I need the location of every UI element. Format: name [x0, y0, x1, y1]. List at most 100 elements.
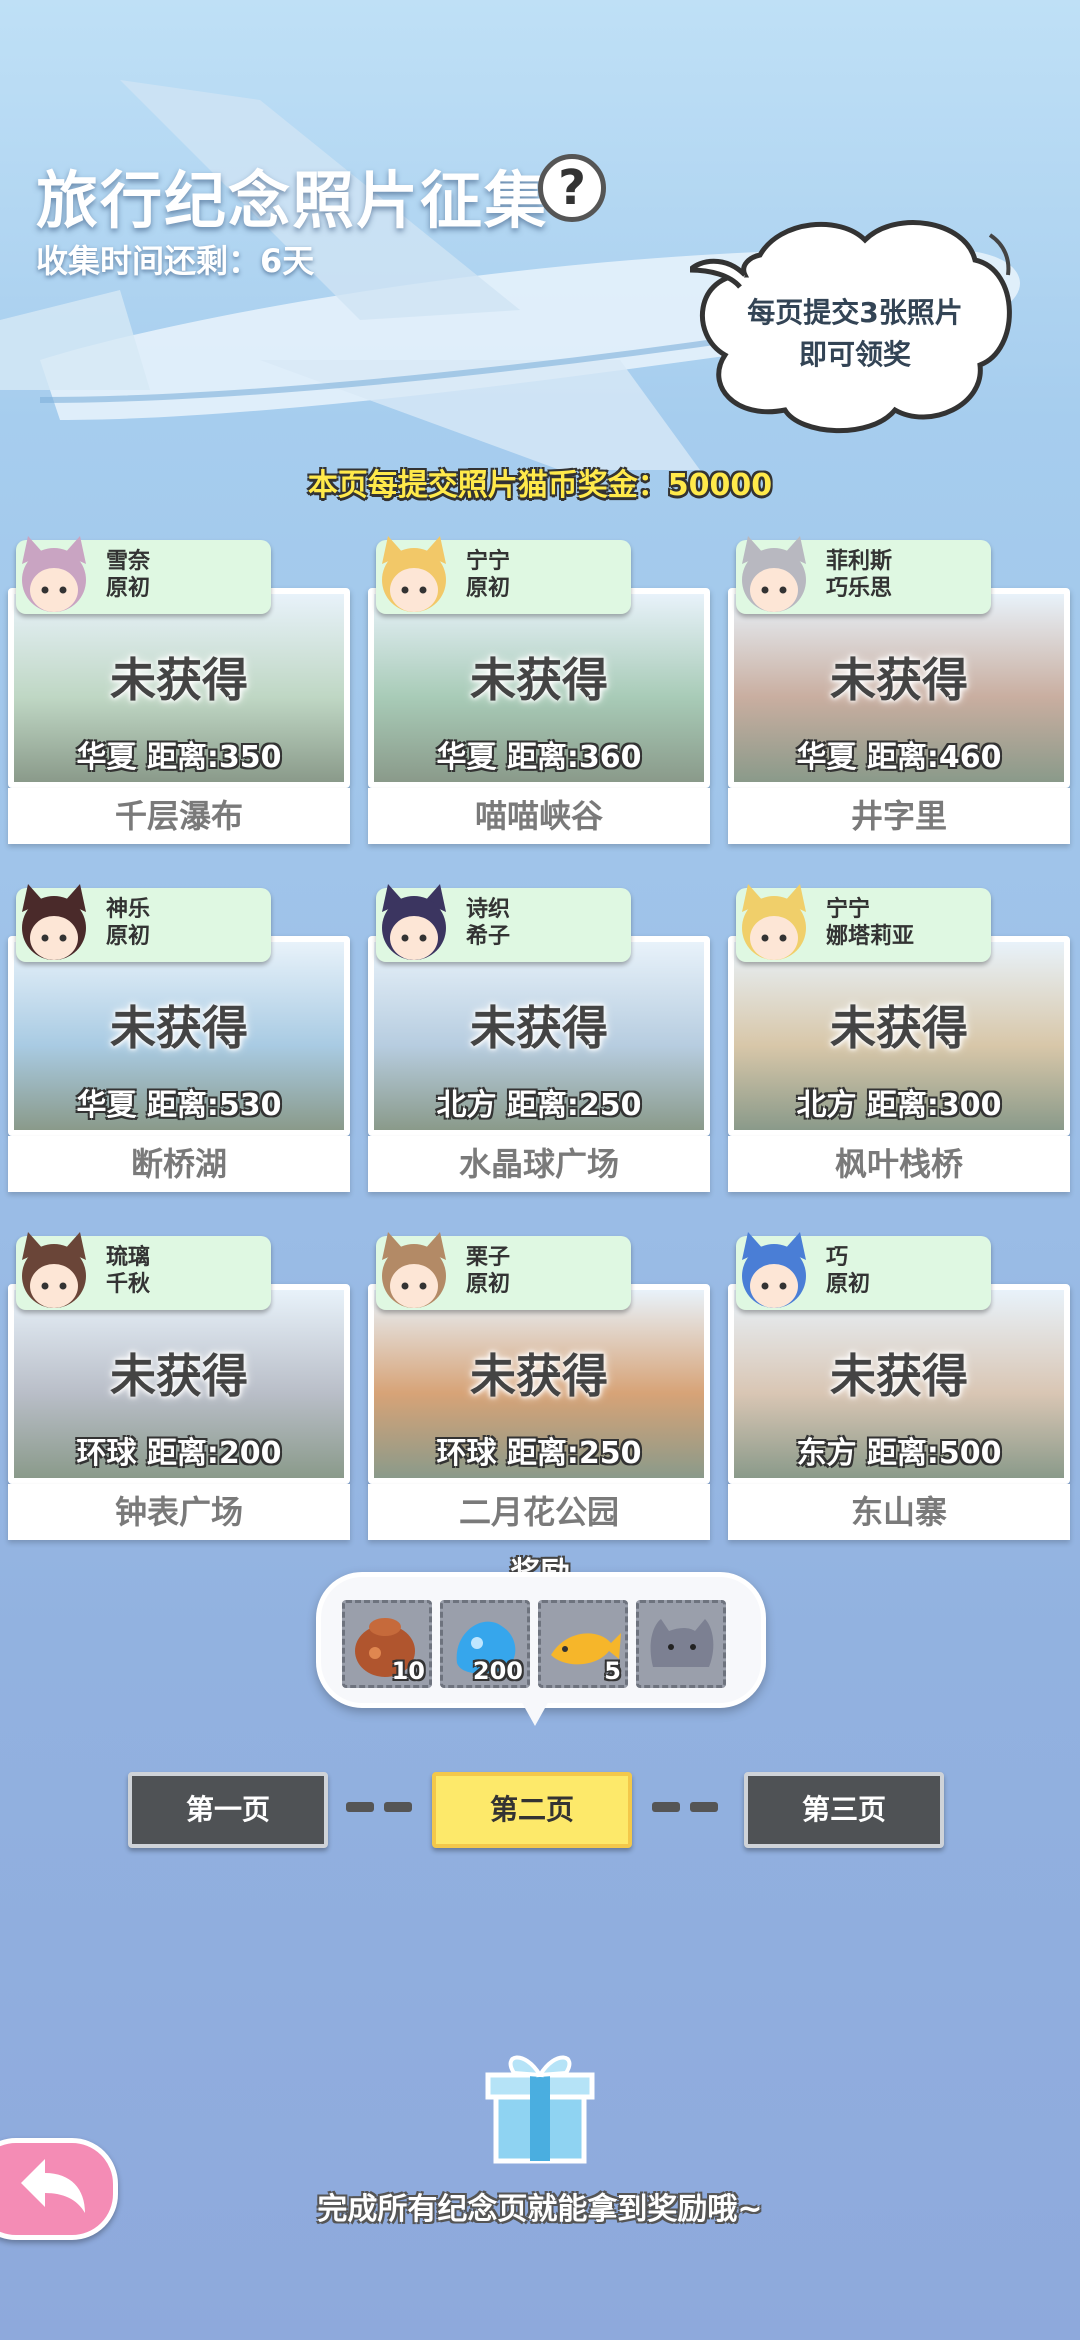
- back-button[interactable]: [0, 2138, 118, 2240]
- cat-girl-avatar-icon: [22, 536, 86, 612]
- region-distance: 华夏 距离:530: [76, 1088, 282, 1123]
- reward-item[interactable]: 10: [342, 1600, 432, 1688]
- photo-status: 未获得: [830, 1001, 968, 1055]
- character-name: 原初: [826, 1272, 871, 1297]
- photo-card[interactable]: 未获得华夏 距离:360 喵喵峡谷 宁宁 原初: [368, 536, 710, 850]
- character-names: 雪奈 原初: [106, 548, 150, 602]
- character-names: 菲利斯 巧乐思: [826, 548, 892, 602]
- cat-girl-avatar-icon: [382, 884, 446, 960]
- photo-card[interactable]: 未获得华夏 距离:530 断桥湖 神乐 原初: [8, 884, 350, 1198]
- page-divider: [652, 1802, 680, 1812]
- region-distance: 北方 距离:300: [796, 1088, 1002, 1123]
- character-names: 神乐 原初: [106, 896, 150, 950]
- photo-card[interactable]: 未获得华夏 距离:350 千层瀑布 雪奈 原初: [8, 536, 350, 850]
- character-name: 菲利斯: [826, 549, 893, 574]
- location-name: 枫叶栈桥: [728, 1136, 1070, 1192]
- photo-status: 未获得: [830, 1349, 968, 1403]
- character-tag: 宁宁 原初: [376, 536, 631, 614]
- photo-card[interactable]: 未获得 东方 距离:500 东山寨 巧原初: [728, 1232, 1070, 1546]
- gift-box-icon[interactable]: [484, 2045, 596, 2165]
- location-name: 千层瀑布: [8, 788, 350, 844]
- character-names: 巧原初: [826, 1244, 870, 1298]
- page-button-first[interactable]: 第一页: [128, 1772, 328, 1848]
- photo-status: 未获得: [110, 1349, 248, 1403]
- photo-status: 未获得: [830, 653, 968, 707]
- reward-item[interactable]: [636, 1600, 726, 1688]
- reward-item[interactable]: 200: [440, 1600, 530, 1688]
- region-distance: 华夏 距离:460: [796, 740, 1002, 775]
- help-button[interactable]: ?: [538, 154, 606, 222]
- character-name: 宁宁: [466, 549, 511, 574]
- page-title: 旅行纪念照片征集: [36, 164, 549, 237]
- location-name: 钟表广场: [8, 1484, 350, 1540]
- character-tag: 巧原初: [736, 1232, 991, 1310]
- photo-status: 未获得: [470, 1349, 608, 1403]
- reward-panel-tail: [515, 1690, 555, 1726]
- character-names: 栗子 原初: [466, 1244, 510, 1298]
- character-name: 琉璃: [106, 1245, 151, 1270]
- reward-count: 10: [391, 1657, 425, 1685]
- photo-card[interactable]: 未获得北方 距离:250 水晶球广场 诗织 希子: [368, 884, 710, 1198]
- character-name: 千秋: [106, 1272, 151, 1297]
- page-divider: [346, 1802, 374, 1812]
- character-tag: 神乐 原初: [16, 884, 271, 962]
- page-divider: [690, 1802, 718, 1812]
- character-name: 原初: [466, 576, 511, 601]
- photo-status: 未获得: [110, 653, 248, 707]
- photo-card[interactable]: 未获得北方 距离:300 枫叶栈桥 宁宁 娜塔莉亚: [728, 884, 1070, 1198]
- cat-girl-avatar-icon: [742, 884, 806, 960]
- page-divider: [384, 1802, 412, 1812]
- character-name: 原初: [466, 1272, 511, 1297]
- location-name: 东山寨: [728, 1484, 1070, 1540]
- character-tag: 雪奈 原初: [16, 536, 271, 614]
- character-name: 栗子: [466, 1245, 511, 1270]
- location-name: 二月花公园: [368, 1484, 710, 1540]
- page-button-third[interactable]: 第三页: [744, 1772, 944, 1848]
- reward-count: 5: [604, 1657, 621, 1685]
- region-distance: 环球 距离:200: [76, 1436, 282, 1471]
- photo-card[interactable]: 未获得环球 距离:250 二月花公园 栗子 原初: [368, 1232, 710, 1546]
- bonus-banner: 本页每提交照片猫币奖金：50000: [307, 468, 773, 503]
- character-name: 原初: [106, 576, 151, 601]
- cat-girl-avatar-icon: [742, 536, 806, 612]
- back-arrow-icon: [21, 2159, 85, 2213]
- cat-girl-avatar-icon: [22, 884, 86, 960]
- cat-girl-avatar-icon: [742, 1232, 806, 1308]
- photo-card[interactable]: 未获得环球 距离:200 钟表广场 琉璃 千秋: [8, 1232, 350, 1546]
- page-button-second[interactable]: 第二页: [432, 1772, 632, 1848]
- photo-status: 未获得: [470, 1001, 608, 1055]
- character-tag: 诗织 希子: [376, 884, 631, 962]
- cat-girl-avatar-icon: [382, 1232, 446, 1308]
- character-name: 宁宁: [826, 897, 871, 922]
- region-distance: 北方 距离:250: [436, 1088, 642, 1123]
- cat-girl-avatar-icon: [382, 536, 446, 612]
- region-distance: 环球 距离:250: [436, 1436, 642, 1471]
- character-tag: 琉璃 千秋: [16, 1232, 271, 1310]
- character-names: 宁宁 原初: [466, 548, 510, 602]
- character-tag: 菲利斯 巧乐思: [736, 536, 991, 614]
- photo-status: 未获得: [110, 1001, 248, 1055]
- footer-hint: 完成所有纪念页就能拿到奖励哦~: [317, 2192, 763, 2227]
- region-distance: 华夏 距离:350: [76, 740, 282, 775]
- remaining-time: 收集时间还剩：6天: [36, 242, 315, 280]
- character-name: 娜塔莉亚: [826, 924, 915, 949]
- location-name: 喵喵峡谷: [368, 788, 710, 844]
- reward-item[interactable]: 5: [538, 1600, 628, 1688]
- character-tag: 栗子 原初: [376, 1232, 631, 1310]
- character-names: 宁宁 娜塔莉亚: [826, 896, 914, 950]
- region-distance: 华夏 距离:360: [436, 740, 642, 775]
- bubble-text: 每页提交3张照片 即可领奖: [700, 292, 1010, 376]
- character-name: 巧乐思: [826, 576, 893, 601]
- reward-count: 200: [472, 1657, 523, 1685]
- character-names: 诗织 希子: [466, 896, 510, 950]
- character-name: 诗织: [466, 897, 511, 922]
- bubble-line-2: 即可领奖: [798, 338, 911, 371]
- character-name: 神乐: [106, 897, 151, 922]
- photo-card[interactable]: 未获得 华夏 距离:460 井字里 菲利斯 巧乐思: [728, 536, 1070, 850]
- location-name: 水晶球广场: [368, 1136, 710, 1192]
- character-names: 琉璃 千秋: [106, 1244, 150, 1298]
- character-name: 原初: [106, 924, 151, 949]
- cat-girl-avatar-icon: [22, 1232, 86, 1308]
- photo-status: 未获得: [470, 653, 608, 707]
- location-name: 断桥湖: [8, 1136, 350, 1192]
